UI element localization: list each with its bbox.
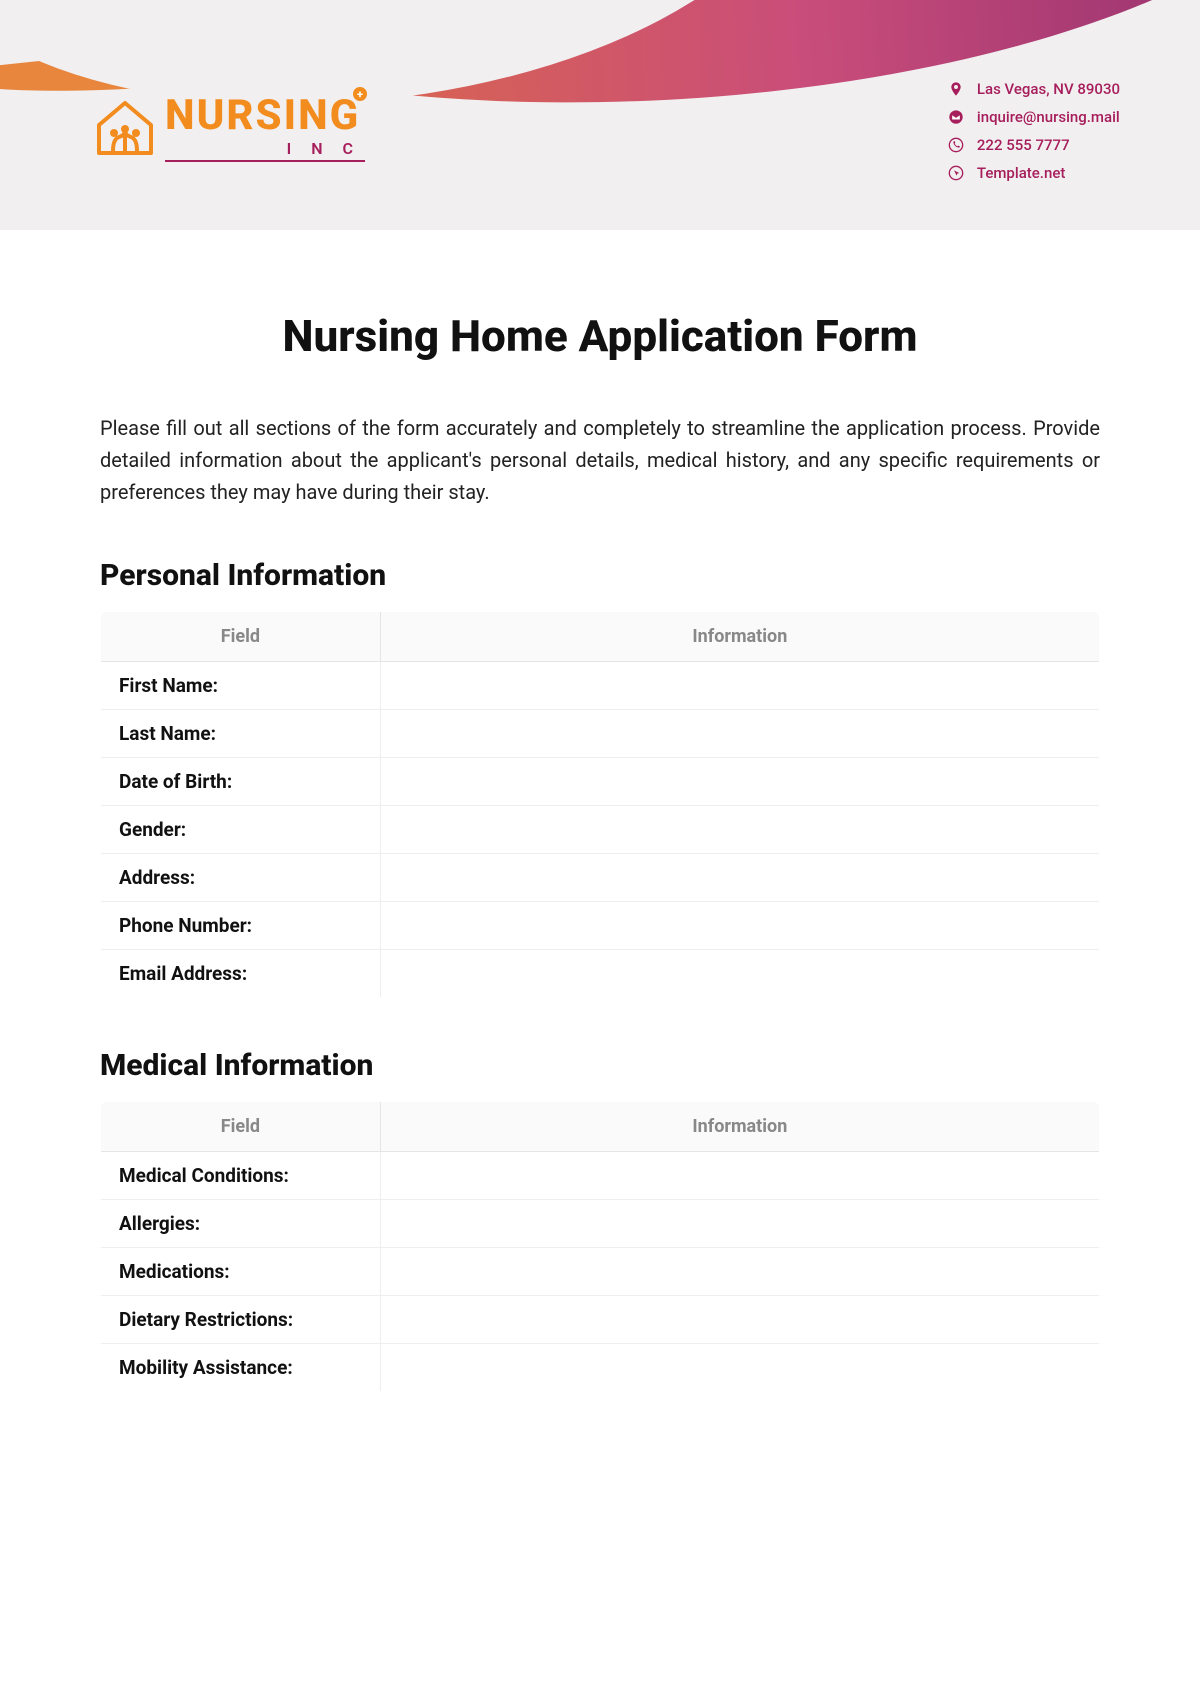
field-label: Dietary Restrictions: bbox=[101, 1296, 381, 1344]
section-title-medical: Medical Information bbox=[100, 1048, 1100, 1083]
logo-plus-icon: + bbox=[353, 87, 367, 101]
field-label: Address: bbox=[101, 854, 381, 902]
cursor-icon bbox=[947, 164, 965, 182]
field-label: Email Address: bbox=[101, 950, 381, 998]
table-header-info: Information bbox=[380, 1102, 1099, 1152]
phone-number-field[interactable] bbox=[380, 902, 1099, 950]
table-header-field: Field bbox=[101, 612, 381, 662]
table-row: Medications: bbox=[101, 1248, 1100, 1296]
field-label: Medications: bbox=[101, 1248, 381, 1296]
field-label: First Name: bbox=[101, 662, 381, 710]
contact-block: Las Vegas, NV 89030 inquire@nursing.mail… bbox=[947, 80, 1120, 182]
email-address-field[interactable] bbox=[380, 950, 1099, 998]
logo: + NURSING I N C bbox=[95, 95, 365, 162]
contact-website-text: Template.net bbox=[977, 164, 1065, 182]
page-title: Nursing Home Application Form bbox=[100, 310, 1100, 362]
logo-house-icon bbox=[95, 101, 155, 157]
allergies-field[interactable] bbox=[380, 1200, 1099, 1248]
medications-field[interactable] bbox=[380, 1248, 1099, 1296]
table-row: Dietary Restrictions: bbox=[101, 1296, 1100, 1344]
first-name-field[interactable] bbox=[380, 662, 1099, 710]
field-label: Phone Number: bbox=[101, 902, 381, 950]
contact-address: Las Vegas, NV 89030 bbox=[947, 80, 1120, 98]
dietary-restrictions-field[interactable] bbox=[380, 1296, 1099, 1344]
table-row: Address: bbox=[101, 854, 1100, 902]
field-label: Allergies: bbox=[101, 1200, 381, 1248]
table-row: Mobility Assistance: bbox=[101, 1344, 1100, 1392]
field-label: Mobility Assistance: bbox=[101, 1344, 381, 1392]
personal-info-table: Field Information First Name: Last Name:… bbox=[100, 611, 1100, 998]
contact-website: Template.net bbox=[947, 164, 1120, 182]
intro-paragraph: Please fill out all sections of the form… bbox=[100, 412, 1100, 508]
field-label: Gender: bbox=[101, 806, 381, 854]
section-title-personal: Personal Information bbox=[100, 558, 1100, 593]
table-row: Gender: bbox=[101, 806, 1100, 854]
phone-icon bbox=[947, 136, 965, 154]
mobility-assistance-field[interactable] bbox=[380, 1344, 1099, 1392]
contact-address-text: Las Vegas, NV 89030 bbox=[977, 80, 1120, 98]
last-name-field[interactable] bbox=[380, 710, 1099, 758]
contact-phone-text: 222 555 7777 bbox=[977, 136, 1070, 154]
field-label: Last Name: bbox=[101, 710, 381, 758]
table-row: Email Address: bbox=[101, 950, 1100, 998]
table-row: Date of Birth: bbox=[101, 758, 1100, 806]
location-icon bbox=[947, 80, 965, 98]
logo-text: + NURSING I N C bbox=[165, 95, 365, 162]
table-header-info: Information bbox=[380, 612, 1099, 662]
logo-subtext: I N C bbox=[165, 139, 365, 162]
content: Nursing Home Application Form Please fil… bbox=[0, 230, 1200, 1432]
table-header-field: Field bbox=[101, 1102, 381, 1152]
table-row: Last Name: bbox=[101, 710, 1100, 758]
header-banner: + NURSING I N C Las Vegas, NV 89030 inqu… bbox=[0, 0, 1200, 230]
table-row: Allergies: bbox=[101, 1200, 1100, 1248]
field-label: Medical Conditions: bbox=[101, 1152, 381, 1200]
address-field[interactable] bbox=[380, 854, 1099, 902]
medical-info-table: Field Information Medical Conditions: Al… bbox=[100, 1101, 1100, 1392]
logo-word: NURSING bbox=[165, 95, 365, 137]
contact-email: inquire@nursing.mail bbox=[947, 108, 1120, 126]
table-row: First Name: bbox=[101, 662, 1100, 710]
mail-icon bbox=[947, 108, 965, 126]
field-label: Date of Birth: bbox=[101, 758, 381, 806]
table-row: Phone Number: bbox=[101, 902, 1100, 950]
contact-email-text: inquire@nursing.mail bbox=[977, 108, 1120, 126]
dob-field[interactable] bbox=[380, 758, 1099, 806]
contact-phone: 222 555 7777 bbox=[947, 136, 1120, 154]
gender-field[interactable] bbox=[380, 806, 1099, 854]
medical-conditions-field[interactable] bbox=[380, 1152, 1099, 1200]
table-row: Medical Conditions: bbox=[101, 1152, 1100, 1200]
